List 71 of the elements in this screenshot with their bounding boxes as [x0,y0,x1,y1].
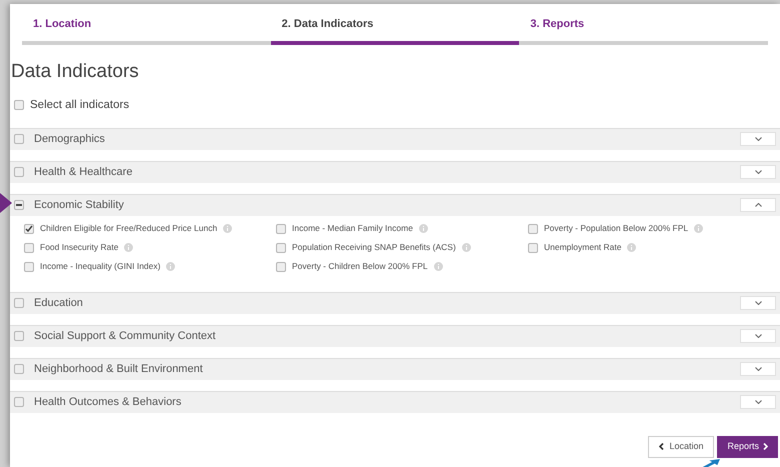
chevron-down-icon [754,334,762,338]
toggle-button[interactable] [740,132,776,146]
next-button[interactable]: Reports [717,436,778,458]
select-all-label: Select all indicators [30,98,130,112]
indicator-label: Poverty - Children Below 200% FPL [292,260,428,274]
toggle-button[interactable] [740,296,776,310]
indicator-label: Children Eligible for Free/Reduced Price Lunch [40,222,218,236]
toggle-button[interactable] [740,362,776,376]
toggle-button[interactable] [740,165,776,180]
section-title: Demographics [34,132,106,147]
checkbox[interactable] [14,331,24,342]
info-icon[interactable] [124,243,134,252]
section-header[interactable]: Neighborhood & Built Environment [10,358,780,380]
checkbox[interactable] [528,224,538,234]
section-title: Health Outcomes & Behaviors [34,395,182,410]
section-title: Economic Stability [34,198,125,213]
info-icon[interactable] [166,262,176,272]
section-header[interactable]: Health & Healthcare [10,160,780,183]
indicator-label: Unemployment Rate [544,241,622,254]
step-tab[interactable]: 2. Data Indicators [270,16,520,44]
checkbox[interactable] [24,242,34,253]
chevron-right-icon [763,443,768,450]
section-header[interactable]: Health Outcomes & Behaviors [10,390,780,413]
checkbox[interactable] [276,262,286,272]
chevron-down-icon [754,301,762,306]
chevron-down-icon [754,400,762,404]
section-header[interactable]: Education [10,292,780,314]
toggle-button[interactable] [740,395,776,410]
arrow-icon [0,193,12,213]
step-tab[interactable]: 3. Reports [519,16,768,44]
section-header[interactable]: Demographics [10,128,780,150]
chevron-up-icon [754,203,762,208]
section-header[interactable]: Social Support & Community Context [10,324,780,347]
chevron-left-icon [659,443,664,450]
checkbox[interactable] [276,242,286,253]
info-icon[interactable] [418,224,428,234]
checkbox[interactable] [14,134,24,144]
toggle-button[interactable] [740,198,776,212]
indicator-label: Population Receiving SNAP Benefits (ACS) [292,241,456,254]
step-tab[interactable]: 1. Location [22,16,271,44]
checkbox[interactable] [276,224,286,234]
section-title: Social Support & Community Context [34,329,217,344]
chevron-down-icon [754,137,762,142]
indicator-label: Income - Inequality (GINI Index) [40,260,160,274]
section-title: Education [34,296,84,311]
info-icon[interactable] [462,243,471,252]
checkbox[interactable] [14,298,24,308]
checkbox[interactable] [14,364,24,374]
checkbox[interactable] [14,167,24,178]
info-icon[interactable] [627,243,636,252]
indicator-label: Income - Median Family Income [292,222,413,236]
info-icon[interactable] [434,262,443,272]
checkbox[interactable] [14,397,24,408]
info-icon[interactable] [694,224,704,234]
checkbox[interactable] [528,242,538,253]
info-icon[interactable] [223,224,232,234]
indicator-label: Poverty - Population Below 200% FPL [544,222,688,236]
chevron-down-icon [754,367,762,372]
section-title: Health & Healthcare [34,165,134,180]
toggle-button[interactable] [740,329,776,344]
checkbox[interactable] [14,100,24,110]
section-title: Neighborhood & Built Environment [34,362,204,377]
checkbox[interactable] [14,200,24,210]
page-title: Data Indicators [10,62,140,80]
back-button[interactable]: Location [648,436,714,458]
checkbox[interactable] [24,224,34,234]
chevron-down-icon [754,170,762,174]
section-header[interactable]: Economic Stability [10,194,780,216]
checkbox[interactable] [24,262,34,272]
arrow-icon [700,459,720,467]
indicator-label: Food Insecurity Rate [40,241,118,254]
